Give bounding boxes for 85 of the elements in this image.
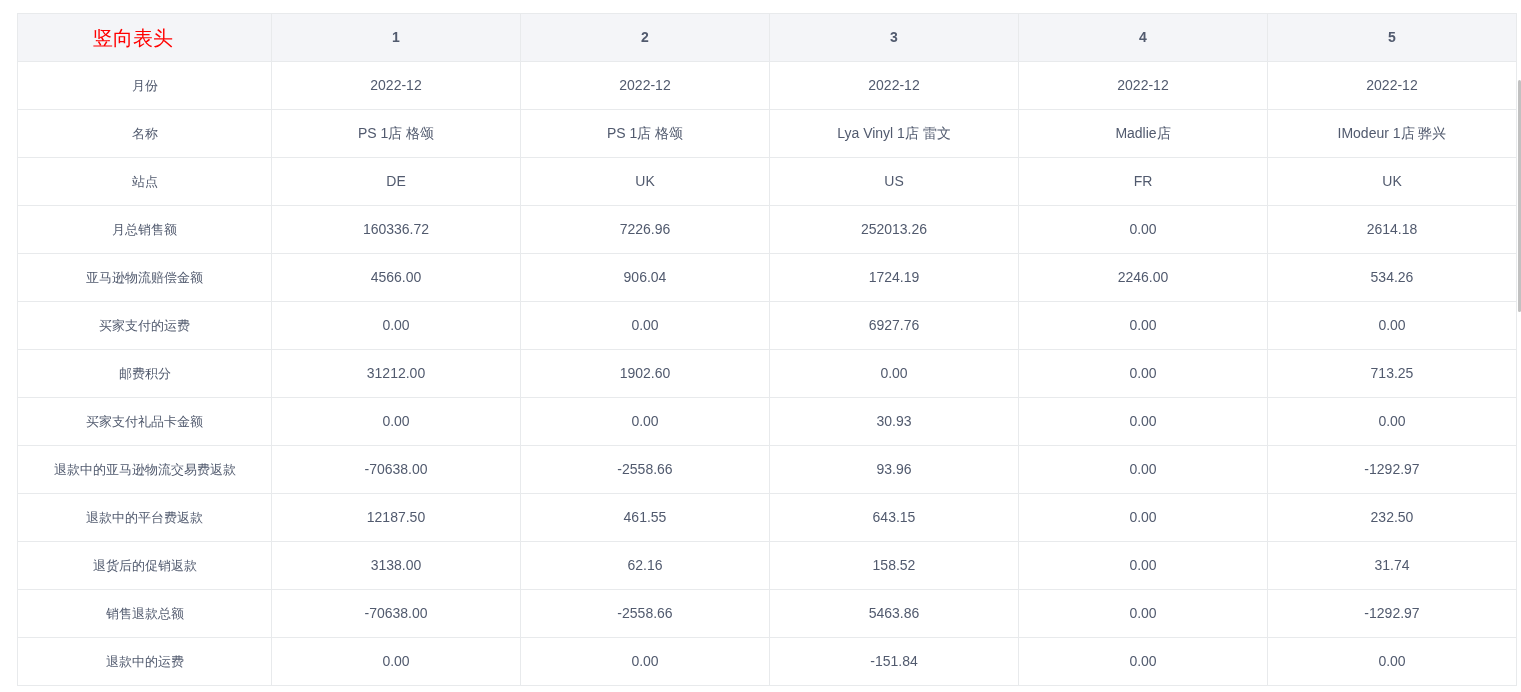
column-header: 4 xyxy=(1019,14,1268,62)
table-cell: 713.25 xyxy=(1268,350,1517,398)
table-cell: 2022-12 xyxy=(770,62,1019,110)
row-label: 站点 xyxy=(18,158,272,206)
table-cell: -70638.00 xyxy=(272,446,521,494)
table-cell: 0.00 xyxy=(1268,302,1517,350)
table-cell: 232.50 xyxy=(1268,494,1517,542)
table-cell: 0.00 xyxy=(1019,398,1268,446)
row-label: 销售退款总额 xyxy=(18,590,272,638)
table-cell: 0.00 xyxy=(521,302,770,350)
row-label: 退货后的促销返款 xyxy=(18,542,272,590)
row-label: 邮费积分 xyxy=(18,350,272,398)
table-cell: 0.00 xyxy=(1019,494,1268,542)
table-cell: 3138.00 xyxy=(272,542,521,590)
row-label: 买家支付的运费 xyxy=(18,302,272,350)
table-cell: -1292.97 xyxy=(1268,446,1517,494)
table-cell: 160336.72 xyxy=(272,206,521,254)
table-cell: 0.00 xyxy=(272,638,521,686)
table-cell: 0.00 xyxy=(1268,638,1517,686)
table-cell: 1902.60 xyxy=(521,350,770,398)
table-cell: 2614.18 xyxy=(1268,206,1517,254)
table-cell: -1292.97 xyxy=(1268,590,1517,638)
table-cell: 0.00 xyxy=(1019,350,1268,398)
table-cell: 2246.00 xyxy=(1019,254,1268,302)
table-cell: -2558.66 xyxy=(521,590,770,638)
table-cell: 461.55 xyxy=(521,494,770,542)
row-label: 退款中的亚马逊物流交易费返款 xyxy=(18,446,272,494)
table-cell: 0.00 xyxy=(1268,398,1517,446)
table-cell: UK xyxy=(1268,158,1517,206)
table-cell: 0.00 xyxy=(1019,302,1268,350)
table-cell: Lya Vinyl 1店 雷文 xyxy=(770,110,1019,158)
row-label: 退款中的运费 xyxy=(18,638,272,686)
table-cell: 6927.76 xyxy=(770,302,1019,350)
column-header: 1 xyxy=(272,14,521,62)
table-cell: 5463.86 xyxy=(770,590,1019,638)
table-cell: 2022-12 xyxy=(1268,62,1517,110)
table-cell: 31.74 xyxy=(1268,542,1517,590)
table-cell: 1724.19 xyxy=(770,254,1019,302)
row-label: 月总销售额 xyxy=(18,206,272,254)
table-cell: PS 1店 格颂 xyxy=(272,110,521,158)
header-title: 竖向表头 xyxy=(18,14,272,62)
table-cell: 4566.00 xyxy=(272,254,521,302)
table-cell: 62.16 xyxy=(521,542,770,590)
table-cell: 2022-12 xyxy=(521,62,770,110)
table-cell: 0.00 xyxy=(1019,542,1268,590)
table-cell: US xyxy=(770,158,1019,206)
column-header: 2 xyxy=(521,14,770,62)
row-label: 买家支付礼品卡金额 xyxy=(18,398,272,446)
table-cell: 12187.50 xyxy=(272,494,521,542)
column-header: 5 xyxy=(1268,14,1517,62)
table-cell: DE xyxy=(272,158,521,206)
column-header: 3 xyxy=(770,14,1019,62)
table-cell: 7226.96 xyxy=(521,206,770,254)
table-cell: -70638.00 xyxy=(272,590,521,638)
row-label: 名称 xyxy=(18,110,272,158)
table-cell: 0.00 xyxy=(272,398,521,446)
table-cell: 31212.00 xyxy=(272,350,521,398)
table-cell: 906.04 xyxy=(521,254,770,302)
table-cell: IModeur 1店 骅兴 xyxy=(1268,110,1517,158)
table-cell: 0.00 xyxy=(521,398,770,446)
table-cell: 30.93 xyxy=(770,398,1019,446)
table-cell: 2022-12 xyxy=(1019,62,1268,110)
table-cell: Madlie店 xyxy=(1019,110,1268,158)
table-cell: 534.26 xyxy=(1268,254,1517,302)
table-cell: FR xyxy=(1019,158,1268,206)
table-cell: -2558.66 xyxy=(521,446,770,494)
table-cell: 0.00 xyxy=(770,350,1019,398)
table-cell: 0.00 xyxy=(1019,638,1268,686)
table-cell: 0.00 xyxy=(272,302,521,350)
row-label: 月份 xyxy=(18,62,272,110)
table-cell: 2022-12 xyxy=(272,62,521,110)
table-cell: 0.00 xyxy=(1019,446,1268,494)
table-cell: -151.84 xyxy=(770,638,1019,686)
scrollbar[interactable] xyxy=(1518,80,1521,312)
table-cell: 0.00 xyxy=(1019,590,1268,638)
table-cell: PS 1店 格颂 xyxy=(521,110,770,158)
table-cell: 158.52 xyxy=(770,542,1019,590)
table-cell: 0.00 xyxy=(521,638,770,686)
table-cell: 252013.26 xyxy=(770,206,1019,254)
table-cell: UK xyxy=(521,158,770,206)
table-cell: 0.00 xyxy=(1019,206,1268,254)
row-label: 退款中的平台费返款 xyxy=(18,494,272,542)
row-label: 亚马逊物流赔偿金额 xyxy=(18,254,272,302)
table-cell: 643.15 xyxy=(770,494,1019,542)
table-cell: 93.96 xyxy=(770,446,1019,494)
